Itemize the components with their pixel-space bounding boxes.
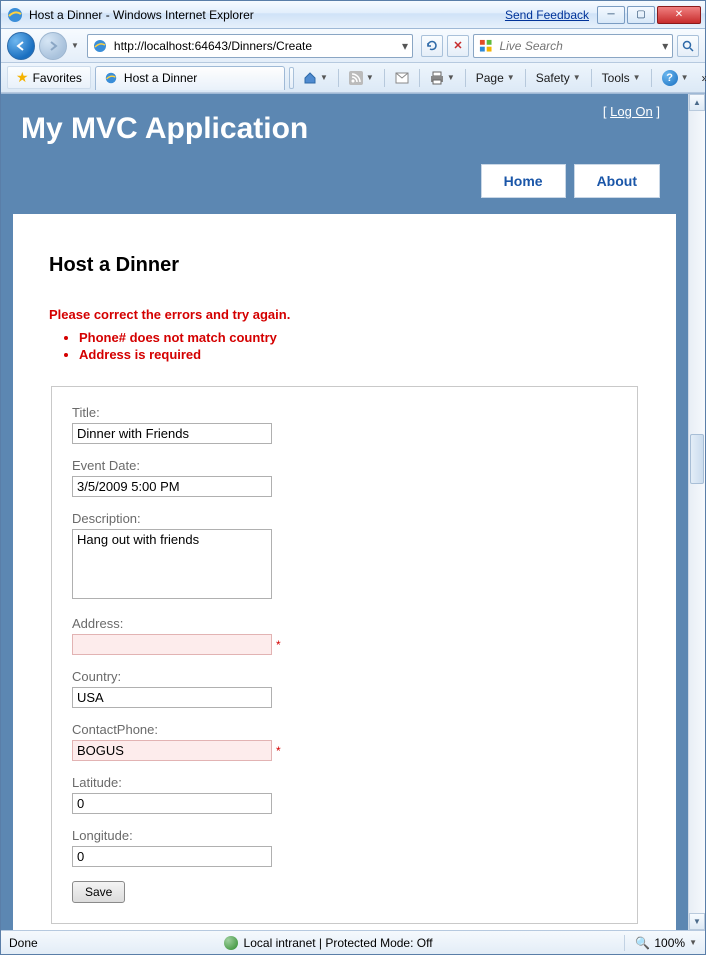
help-button[interactable]: ?▼ xyxy=(657,68,694,88)
zoom-level: 100% xyxy=(654,936,685,950)
titlebar: Host a Dinner - Windows Internet Explore… xyxy=(1,1,705,29)
navigation-bar: ▼ ▾ ✕ ▾ xyxy=(1,29,705,63)
validation-error-list: Phone# does not match country Address is… xyxy=(49,330,640,362)
page-menu[interactable]: Page▼ xyxy=(471,69,520,87)
address-bar[interactable]: ▾ xyxy=(87,34,413,58)
status-text: Done xyxy=(9,936,38,950)
ie-logo-icon xyxy=(7,7,23,23)
latitude-label: Latitude: xyxy=(72,775,617,790)
refresh-button[interactable] xyxy=(421,35,443,57)
browser-window: Host a Dinner - Windows Internet Explore… xyxy=(0,0,706,955)
validation-error-item: Phone# does not match country xyxy=(79,330,640,345)
search-box[interactable]: ▾ xyxy=(473,34,673,58)
app-title: My MVC Application xyxy=(21,112,668,146)
search-go-button[interactable] xyxy=(677,35,699,57)
home-icon xyxy=(303,71,317,85)
new-tab-button[interactable] xyxy=(289,67,294,89)
security-zone-text: Local intranet | Protected Mode: Off xyxy=(244,936,433,950)
form-fieldset: Title: Event Date: Description: Hang out… xyxy=(51,386,638,924)
country-input[interactable] xyxy=(72,687,272,708)
page-heading: Host a Dinner xyxy=(49,254,640,277)
latitude-input[interactable] xyxy=(72,793,272,814)
read-mail-button[interactable] xyxy=(390,70,414,86)
favorites-label: Favorites xyxy=(33,71,82,85)
safety-menu[interactable]: Safety▼ xyxy=(531,69,586,87)
browser-tab[interactable]: Host a Dinner xyxy=(95,66,285,90)
address-dropdown-icon[interactable]: ▾ xyxy=(398,39,412,53)
zoom-dropdown-icon[interactable]: ▼ xyxy=(689,938,697,947)
live-search-icon xyxy=(478,38,493,54)
star-icon: ★ xyxy=(16,69,29,86)
maximize-button[interactable]: ▢ xyxy=(627,6,655,24)
content-area: [ Log On ] My MVC Application Home About… xyxy=(1,93,705,930)
scroll-up-button[interactable]: ▲ xyxy=(689,94,705,111)
eventdate-label: Event Date: xyxy=(72,458,617,473)
scroll-down-button[interactable]: ▼ xyxy=(689,913,705,930)
description-textarea[interactable]: Hang out with friends xyxy=(72,529,272,599)
validation-summary: Please correct the errors and try again. xyxy=(49,307,640,322)
eventdate-input[interactable] xyxy=(72,476,272,497)
print-button[interactable]: ▼ xyxy=(425,69,460,87)
nav-tab-home[interactable]: Home xyxy=(481,164,566,198)
nav-tab-about[interactable]: About xyxy=(574,164,660,198)
longitude-input[interactable] xyxy=(72,846,272,867)
description-label: Description: xyxy=(72,511,617,526)
mail-icon xyxy=(395,72,409,84)
security-zone-icon xyxy=(224,936,238,950)
back-button[interactable] xyxy=(7,32,35,60)
log-on-link[interactable]: Log On xyxy=(610,104,653,119)
minimize-button[interactable]: ─ xyxy=(597,6,625,24)
feeds-button[interactable]: ▼ xyxy=(344,69,379,87)
contactphone-error-marker: * xyxy=(276,744,281,758)
stop-button[interactable]: ✕ xyxy=(447,35,469,57)
close-button[interactable]: ✕ xyxy=(657,6,701,24)
country-label: Country: xyxy=(72,669,617,684)
help-icon: ? xyxy=(662,70,678,86)
longitude-label: Longitude: xyxy=(72,828,617,843)
search-input[interactable] xyxy=(497,38,658,54)
title-label: Title: xyxy=(72,405,617,420)
print-icon xyxy=(430,71,444,85)
contactphone-input[interactable] xyxy=(72,740,272,761)
forward-button[interactable] xyxy=(39,32,67,60)
address-label: Address: xyxy=(72,616,617,631)
send-feedback-link[interactable]: Send Feedback xyxy=(505,8,589,22)
address-error-marker: * xyxy=(276,638,281,652)
toolbar-chevron[interactable]: » xyxy=(697,69,706,87)
tools-menu[interactable]: Tools▼ xyxy=(597,69,646,87)
save-button[interactable]: Save xyxy=(72,881,125,903)
title-input[interactable] xyxy=(72,423,272,444)
tab-favicon-icon xyxy=(104,71,118,85)
favorites-button[interactable]: ★ Favorites xyxy=(7,66,91,89)
address-input[interactable] xyxy=(112,39,398,53)
validation-error-item: Address is required xyxy=(79,347,640,362)
status-bar: Done Local intranet | Protected Mode: Of… xyxy=(1,930,705,954)
zoom-icon[interactable]: 🔍 xyxy=(635,936,650,950)
rss-icon xyxy=(349,71,363,85)
contactphone-label: ContactPhone: xyxy=(72,722,617,737)
nav-history-dropdown[interactable]: ▼ xyxy=(71,41,79,50)
chevron-right-icon: » xyxy=(702,71,706,85)
tab-title: Host a Dinner xyxy=(124,71,197,85)
scroll-thumb[interactable] xyxy=(690,434,704,484)
address-input[interactable] xyxy=(72,634,272,655)
vertical-scrollbar[interactable]: ▲ ▼ xyxy=(688,94,705,930)
login-display: [ Log On ] xyxy=(603,104,660,119)
page-favicon-icon xyxy=(92,38,108,54)
window-title: Host a Dinner - Windows Internet Explore… xyxy=(29,8,254,22)
tab-command-bar: ★ Favorites Host a Dinner ▼ ▼ xyxy=(1,63,705,93)
home-button[interactable]: ▼ xyxy=(298,69,333,87)
search-dropdown-icon[interactable]: ▾ xyxy=(658,39,672,53)
